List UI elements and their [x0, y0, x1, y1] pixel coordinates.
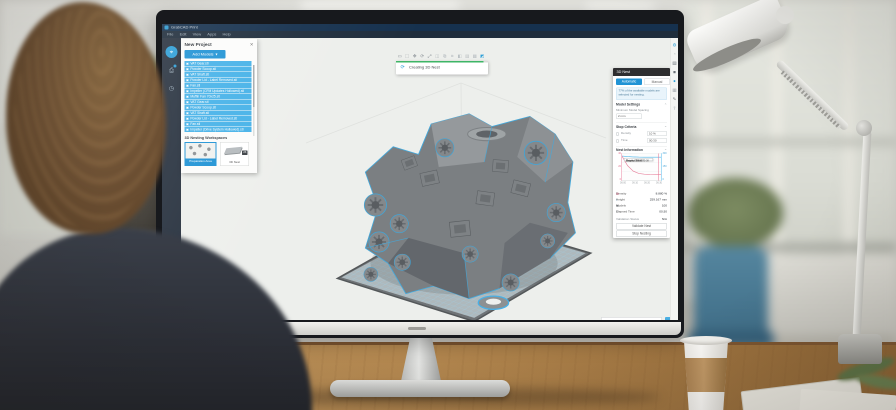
- time-checkbox[interactable]: [616, 140, 619, 143]
- density-label: Density: [621, 132, 631, 135]
- density-checkbox[interactable]: [616, 133, 619, 136]
- tooltip-line: Height: 259.167: [626, 160, 644, 164]
- person-shoulder: [0, 228, 312, 410]
- nested-3d-model[interactable]: [315, 86, 603, 320]
- x-axis-tick: 00:10: [632, 182, 638, 185]
- lamp-spring: [781, 71, 841, 129]
- left-axis-tick: 40: [616, 152, 621, 155]
- office-scene-photo: GrabCAD Print File Edit View Apps Help ⌖…: [0, 0, 896, 410]
- measure-icon[interactable]: ⌗: [450, 54, 456, 60]
- min-spacing-label: Minimum Model Spacing: [616, 109, 649, 112]
- progress-label: Creating 3D Nest: [409, 65, 440, 70]
- mirror-icon[interactable]: ◫: [435, 54, 441, 60]
- viewport-toolbar: ▭ ⬚ ✥ ⟳ ⤢ ◫ ⧉ ⌗ ◧ ▤ ▦ ◩: [397, 54, 485, 60]
- spinner-icon: ⟳: [401, 65, 405, 71]
- lamp-arm: [775, 59, 850, 131]
- box-select-icon[interactable]: ⬚: [405, 54, 411, 60]
- stat-label: Density: [616, 192, 626, 196]
- cup-rim: [680, 336, 732, 345]
- stat-label: Height: [616, 198, 625, 202]
- time-label: Time: [621, 139, 628, 142]
- move-icon[interactable]: ✥: [412, 54, 418, 60]
- section-title: Stop Criteria: [616, 126, 636, 130]
- duplicate-icon[interactable]: ⧉: [442, 54, 448, 60]
- monitor-stand-base: [330, 380, 510, 397]
- slice-preview-icon[interactable]: ▦: [472, 54, 478, 60]
- monitor-brand-logo: [408, 327, 426, 330]
- chart-tooltip: Elapsed Time: 00:08 Density: 8.880 Heigh…: [624, 158, 653, 161]
- lamp-arm: [853, 130, 872, 340]
- scale-icon[interactable]: ⤢: [427, 54, 433, 60]
- left-axis-tick: 0: [616, 178, 621, 181]
- select-icon[interactable]: ▭: [397, 54, 403, 60]
- x-axis-tick: 00:00: [620, 182, 626, 185]
- supports-icon[interactable]: ▤: [465, 54, 471, 60]
- stat-label: Elapsed Time: [616, 210, 635, 214]
- rotate-icon[interactable]: ⟳: [420, 54, 426, 60]
- cup-sleeve: [684, 358, 728, 392]
- section-icon[interactable]: ◧: [457, 54, 463, 60]
- person-foreground: [0, 0, 340, 410]
- desk-lamp: [660, 0, 896, 380]
- printer-select[interactable]: M290 – Template ▾: [601, 317, 662, 320]
- nesting-progress-popup: ⟳ Creating 3D Nest: [396, 61, 488, 75]
- validation-label: Validation Status: [616, 218, 639, 222]
- stat-label: Models: [616, 204, 626, 208]
- section-title: Model Settings: [616, 103, 640, 107]
- x-axis-tick: 00:20: [644, 182, 650, 185]
- lamp-base: [838, 334, 882, 364]
- tab-automatic[interactable]: Automatic: [616, 79, 642, 86]
- left-axis-tick: 20: [616, 165, 621, 168]
- progress-bar: [396, 61, 483, 63]
- analyze-icon[interactable]: ◩: [480, 54, 486, 60]
- person-hair: [14, 8, 160, 228]
- min-spacing-input[interactable]: 2 mm: [616, 114, 642, 120]
- lamp-hinge-cap: [776, 6, 794, 24]
- progress-bar-remainder: [483, 61, 488, 63]
- coffee-cup: [678, 336, 734, 410]
- lamp-joint: [856, 120, 872, 136]
